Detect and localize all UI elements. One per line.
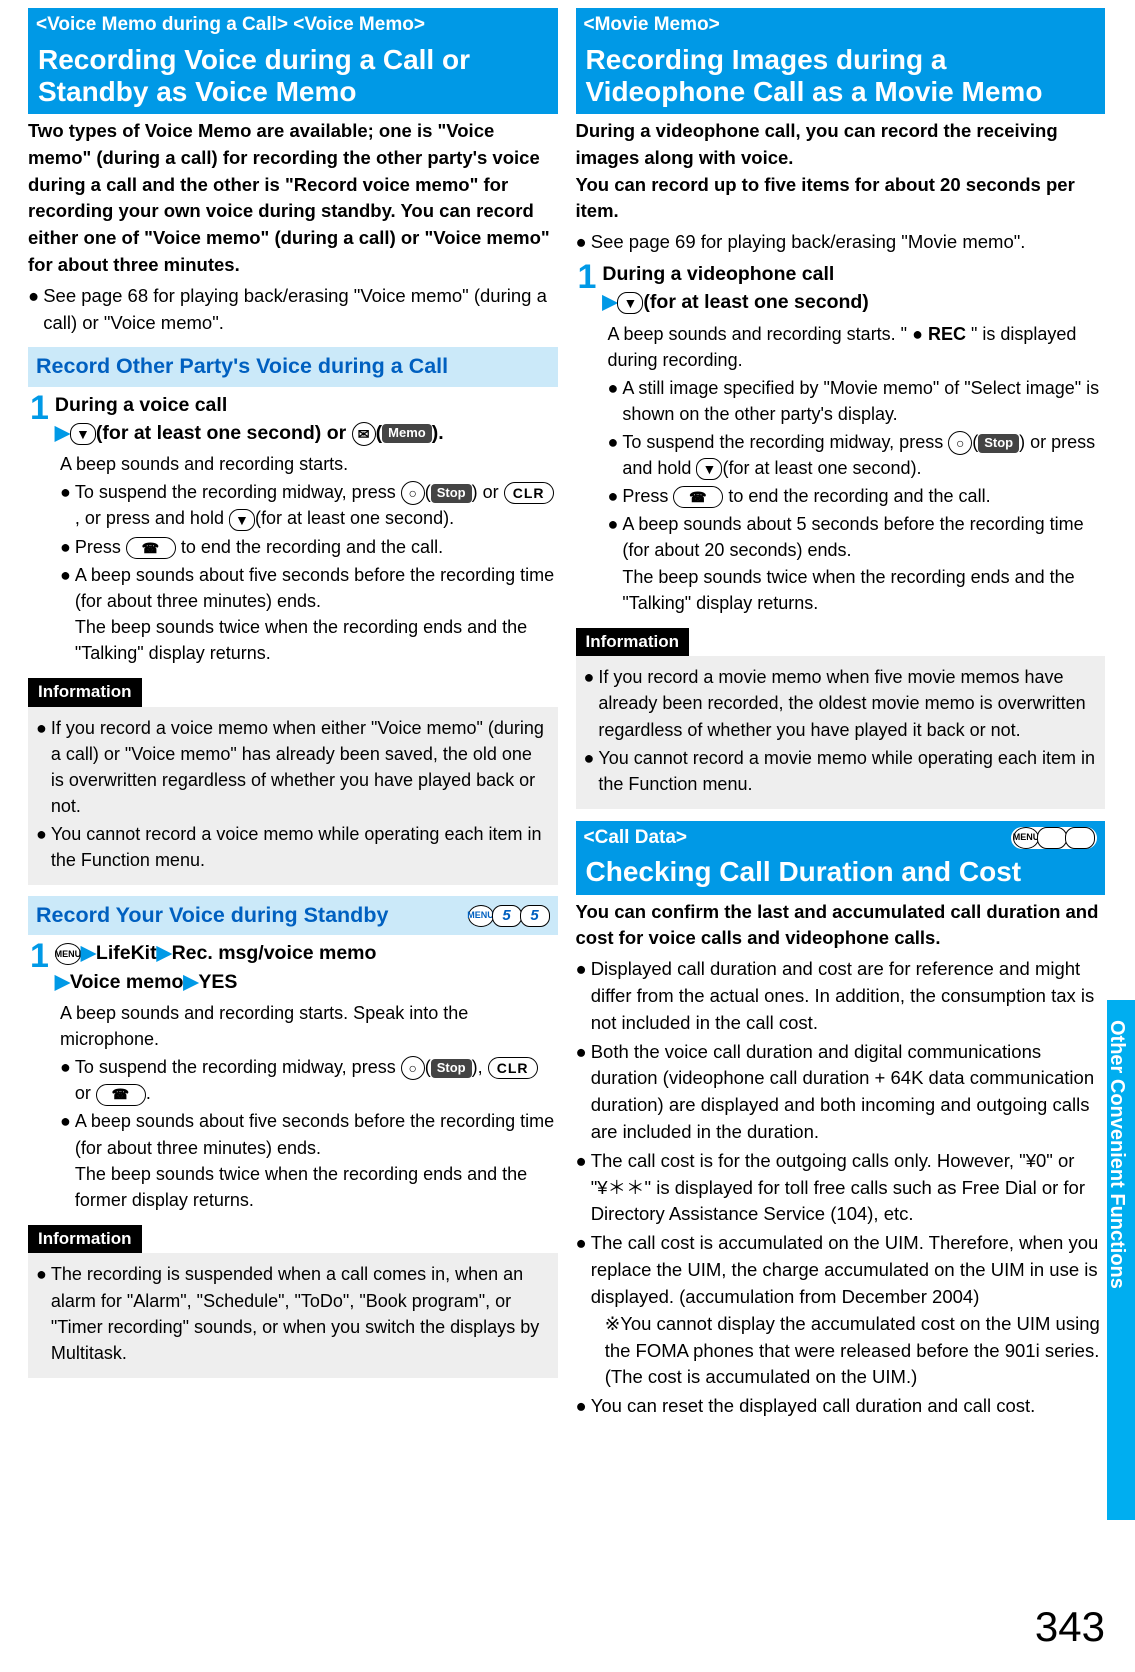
intro-movie-memo: During a videophone call, you can record… <box>576 114 1106 227</box>
step-1-standby-content: A beep sounds and recording starts. Spea… <box>28 1000 558 1213</box>
information-label: Information <box>28 678 142 707</box>
step-1-content: A beep sounds and recording starts. ●To … <box>28 451 558 666</box>
rec-indicator-icon: ● <box>912 324 928 344</box>
call-data-bullet: ●You can reset the displayed call durati… <box>576 1393 1106 1420</box>
breadcrumb-movie-memo: <Movie Memo> <box>576 8 1106 42</box>
down-key-icon: ▼ <box>696 458 722 480</box>
menu-shortcut-55: MENU55 <box>468 905 550 927</box>
call-data-bullet: ●Displayed call duration and cost are fo… <box>576 956 1106 1036</box>
intro-call-data: You can confirm the last and accumulated… <box>576 895 1106 955</box>
call-data-bullet: ●Both the voice call duration and digita… <box>576 1039 1106 1146</box>
menu-shortcut-61: MENU61 <box>1011 827 1097 849</box>
step-1-standby: 1 MENU▶LifeKit▶Rec. msg/voice memo ▶Voic… <box>28 939 558 996</box>
information-box-3: ●If you record a movie memo when five mo… <box>576 656 1106 808</box>
right-column: <Movie Memo> Recording Images during a V… <box>576 8 1106 1422</box>
step-title: During a videophone call ▶▼(for at least… <box>602 260 1105 317</box>
call-data-bullet: ●The call cost is for the outgoing calls… <box>576 1148 1106 1228</box>
left-column: <Voice Memo during a Call> <Voice Memo> … <box>28 8 558 1422</box>
breadcrumb-voice-memo: <Voice Memo during a Call> <Voice Memo> <box>28 8 558 42</box>
hero-call-data: Checking Call Duration and Cost <box>576 854 1106 894</box>
down-key-icon: ▼ <box>617 292 643 314</box>
clr-key-icon: CLR <box>488 1057 538 1079</box>
hero-voice-memo: Recording Voice during a Call or Standby… <box>28 42 558 114</box>
down-key-icon: ▼ <box>229 509 255 531</box>
step-number: 1 <box>576 260 603 317</box>
step-title: During a voice call ▶▼(for at least one … <box>55 391 558 448</box>
end-key-icon: ☎ <box>96 1084 146 1106</box>
intro-voice-memo: Two types of Voice Memo are available; o… <box>28 114 558 281</box>
memo-softkey-label: Memo <box>382 424 432 443</box>
mail-key-icon: ✉ <box>352 422 376 446</box>
step-title-nav: MENU▶LifeKit▶Rec. msg/voice memo ▶Voice … <box>55 939 558 996</box>
information-label: Information <box>576 628 690 657</box>
subheader-record-other-party: Record Other Party's Voice during a Call <box>28 347 558 386</box>
step-number: 1 <box>28 939 55 996</box>
menu-key-icon: MENU <box>55 943 81 965</box>
stop-softkey-label: Stop <box>978 434 1019 453</box>
call-data-bullet: ●The call cost is accumulated on the UIM… <box>576 1230 1106 1391</box>
clr-key-icon: CLR <box>504 482 554 504</box>
step-1-during-call: 1 During a voice call ▶▼(for at least on… <box>28 391 558 448</box>
information-box-1: ●If you record a voice memo when either … <box>28 707 558 886</box>
note-see-page-69: ●See page 69 for playing back/erasing "M… <box>576 229 1106 256</box>
step-number: 1 <box>28 391 55 448</box>
step-1-videophone-content: A beep sounds and recording starts. " ● … <box>576 321 1106 616</box>
step-1-videophone: 1 During a videophone call ▶▼(for at lea… <box>576 260 1106 317</box>
center-key-icon: ○ <box>401 481 425 505</box>
down-key-icon: ▼ <box>70 423 96 445</box>
end-key-icon: ☎ <box>126 537 176 559</box>
end-key-icon: ☎ <box>673 486 723 508</box>
stop-softkey-label: Stop <box>431 484 472 503</box>
information-box-2: ●The recording is suspended when a call … <box>28 1253 558 1377</box>
page-number: 343 <box>1035 1597 1105 1658</box>
continued-label: Continued▶ <box>1103 1380 1131 1496</box>
continued-arrow-icon: ▶ <box>1107 1474 1128 1496</box>
stop-softkey-label: Stop <box>431 1059 472 1078</box>
subheader-record-your-voice: Record Your Voice during Standby MENU55 <box>28 896 558 935</box>
center-key-icon: ○ <box>948 431 972 455</box>
breadcrumb-call-data: <Call Data> MENU61 <box>576 821 1106 855</box>
information-label: Information <box>28 1225 142 1254</box>
side-tab-label: Other Convenient Functions . <box>1102 1020 1131 1306</box>
center-key-icon: ○ <box>401 1056 425 1080</box>
note-see-page-68: ●See page 68 for playing back/erasing "V… <box>28 283 558 337</box>
hero-movie-memo: Recording Images during a Videophone Cal… <box>576 42 1106 114</box>
